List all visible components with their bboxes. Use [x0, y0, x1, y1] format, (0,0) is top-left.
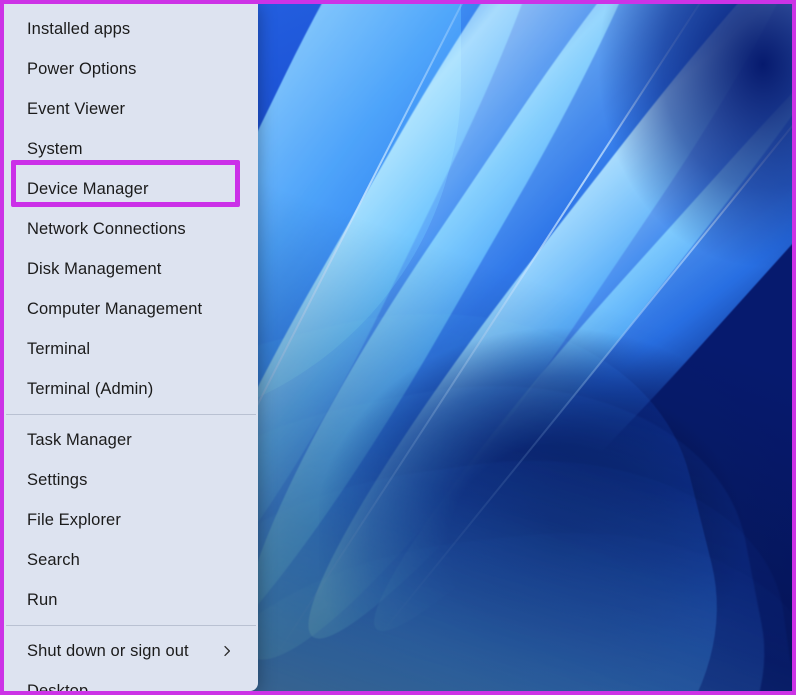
menu-item-network-connections[interactable]: Network Connections: [4, 209, 258, 249]
menu-item-installed-apps[interactable]: Installed apps: [4, 9, 258, 49]
menu-item-task-manager[interactable]: Task Manager: [4, 420, 258, 460]
menu-item-label: Power Options: [27, 60, 248, 79]
menu-item-terminal-admin[interactable]: Terminal (Admin): [4, 369, 258, 409]
menu-item-label: File Explorer: [27, 511, 248, 530]
menu-item-disk-management[interactable]: Disk Management: [4, 249, 258, 289]
menu-item-label: Search: [27, 551, 248, 570]
menu-item-terminal[interactable]: Terminal: [4, 329, 258, 369]
menu-item-event-viewer[interactable]: Event Viewer: [4, 89, 258, 129]
menu-item-search[interactable]: Search: [4, 540, 258, 580]
menu-item-settings[interactable]: Settings: [4, 460, 258, 500]
menu-item-label: Event Viewer: [27, 100, 248, 119]
menu-item-desktop[interactable]: Desktop: [4, 671, 258, 691]
menu-item-file-explorer[interactable]: File Explorer: [4, 500, 258, 540]
menu-item-system[interactable]: System: [4, 129, 258, 169]
menu-item-label: Computer Management: [27, 300, 248, 319]
menu-item-computer-management[interactable]: Computer Management: [4, 289, 258, 329]
menu-item-shut-down-or-sign-out[interactable]: Shut down or sign out: [4, 631, 258, 671]
menu-group-session-tools: Shut down or sign out Desktop: [4, 628, 258, 691]
menu-group-system-tools: Installed apps Power Options Event Viewe…: [4, 6, 258, 412]
winx-power-user-menu[interactable]: Installed apps Power Options Event Viewe…: [4, 4, 258, 691]
menu-item-label: Network Connections: [27, 220, 248, 239]
menu-group-shell-tools: Task Manager Settings File Explorer Sear…: [4, 417, 258, 623]
menu-item-run[interactable]: Run: [4, 580, 258, 620]
menu-item-label: Desktop: [27, 682, 248, 692]
menu-item-label: Settings: [27, 471, 248, 490]
menu-item-device-manager[interactable]: Device Manager: [4, 169, 258, 209]
menu-separator-2: [6, 625, 256, 626]
menu-item-label: System: [27, 140, 248, 159]
chevron-right-icon: [220, 644, 234, 658]
screenshot-root: Installed apps Power Options Event Viewe…: [0, 0, 796, 695]
menu-item-label: Task Manager: [27, 431, 248, 450]
menu-item-label: Device Manager: [27, 180, 248, 199]
menu-separator-1: [6, 414, 256, 415]
menu-item-label: Shut down or sign out: [27, 642, 220, 661]
menu-item-label: Terminal (Admin): [27, 380, 248, 399]
menu-item-label: Installed apps: [27, 20, 248, 39]
menu-item-power-options[interactable]: Power Options: [4, 49, 258, 89]
menu-item-label: Disk Management: [27, 260, 248, 279]
menu-item-label: Run: [27, 591, 248, 610]
menu-item-label: Terminal: [27, 340, 248, 359]
